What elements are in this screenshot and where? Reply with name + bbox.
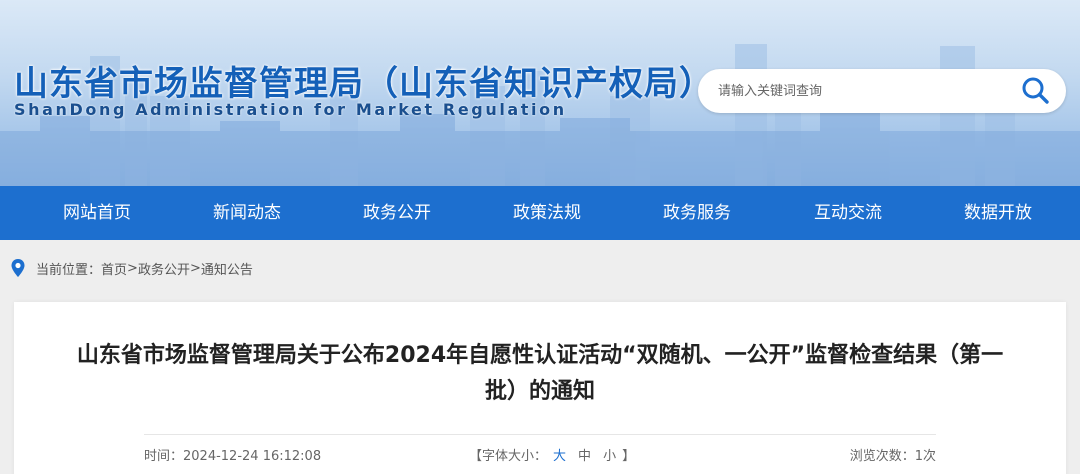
nav-item-services[interactable]: 政务服务 xyxy=(642,186,752,240)
nav-item-news[interactable]: 新闻动态 xyxy=(192,186,302,240)
font-size-small-button[interactable]: 小 xyxy=(603,445,616,464)
font-size-large-button[interactable]: 大 xyxy=(553,445,566,464)
font-size-label: 字体大小： xyxy=(482,449,548,464)
font-size-control: 【 字体大小： 大 中 小 】 xyxy=(469,445,635,464)
breadcrumb-separator: > xyxy=(127,260,138,276)
breadcrumb-separator: > xyxy=(189,260,201,276)
breadcrumb-home[interactable]: 首页 xyxy=(101,259,127,278)
views-value: 1次 xyxy=(914,449,936,464)
nav-item-home[interactable]: 网站首页 xyxy=(42,186,152,240)
search-input[interactable] xyxy=(718,69,1008,113)
font-size-medium-button[interactable]: 中 xyxy=(578,445,591,464)
views-label: 浏览次数： xyxy=(849,449,915,464)
font-bracket-open: 【 xyxy=(469,449,483,464)
search-icon[interactable] xyxy=(1020,76,1052,106)
search-box xyxy=(698,69,1066,113)
font-bracket-close: 】 xyxy=(622,449,636,464)
main-nav: 网站首页 新闻动态 政务公开 政策法规 政务服务 互动交流 数据开放 xyxy=(0,186,1080,240)
nav-item-interaction[interactable]: 互动交流 xyxy=(793,186,903,240)
breadcrumb-government-affairs[interactable]: 政务公开 xyxy=(138,259,190,278)
article-title: 山东省市场监督管理局关于公布2024年自愿性认证活动“双随机、一公开”监督检查结… xyxy=(76,343,1004,404)
breadcrumb-notices[interactable]: 通知公告 xyxy=(201,259,253,278)
view-count: 浏览次数：1次 xyxy=(850,445,936,464)
time-value: 2024-12-24 16:12:08 xyxy=(183,449,322,464)
site-subtitle: ShanDong Administration for Market Regul… xyxy=(14,100,567,119)
nav-item-policies[interactable]: 政策法规 xyxy=(492,186,602,240)
nav-item-government-affairs[interactable]: 政务公开 xyxy=(342,186,452,240)
site-title: 山东省市场监督管理局（山东省知识产权局） xyxy=(14,64,714,104)
article-meta: 时间：2024-12-24 16:12:08 【 字体大小： 大 中 小 】 浏… xyxy=(144,434,936,474)
publish-time: 时间：2024-12-24 16:12:08 xyxy=(144,445,321,464)
location-pin-icon xyxy=(11,259,25,277)
breadcrumb-prefix: 当前位置： xyxy=(36,262,102,278)
article-card: 山东省市场监督管理局关于公布2024年自愿性认证活动“双随机、一公开”监督检查结… xyxy=(14,302,1066,474)
breadcrumb: 当前位置： 首页 > 政务公开 > 通知公告 xyxy=(10,256,253,280)
site-header: 山东省市场监督管理局（山东省知识产权局） ShanDong Administra… xyxy=(0,0,1080,186)
nav-item-open-data[interactable]: 数据开放 xyxy=(943,186,1053,240)
time-label: 时间： xyxy=(144,449,184,464)
